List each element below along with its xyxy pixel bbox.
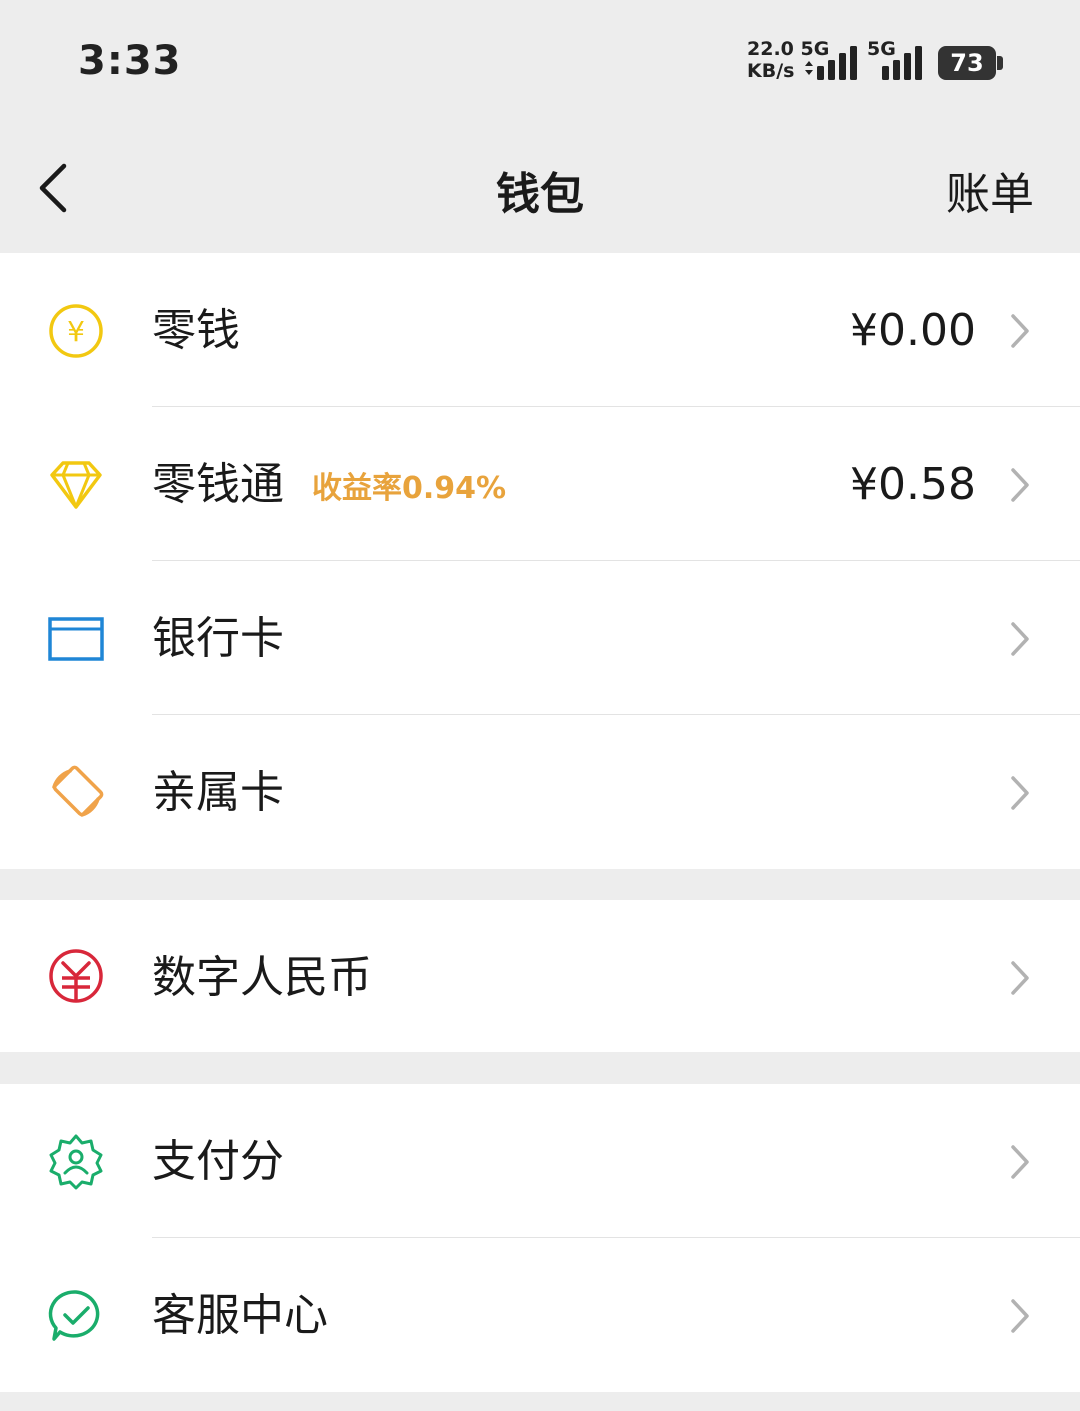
family-card-icon (52, 765, 104, 817)
chevron-right-icon (1011, 314, 1029, 348)
row-label: 客服中心 (152, 1290, 328, 1341)
wallet-group-main: ¥ 零钱 ¥0.00 零钱通 收益率0.94% ¥0.58 银行卡 亲属卡 (0, 253, 1080, 869)
page-title: 钱包 (496, 169, 584, 220)
chevron-right-icon (1011, 1299, 1029, 1333)
nav-bar: 钱包 账单 (0, 120, 1080, 253)
yield-rate-tag: 收益率0.94% (312, 471, 507, 506)
list-item-digital-rmb[interactable]: 数字人民币 (0, 900, 1080, 1052)
wallet-group-services: 支付分 客服中心 (0, 1084, 1080, 1392)
bank-card-icon (48, 617, 104, 661)
status-bar: 3:33 22.0 5G KB/s 5G 73 (0, 0, 1080, 120)
pay-score-icon (49, 1134, 103, 1190)
diamond-icon (50, 461, 102, 509)
chevron-right-icon (1011, 776, 1029, 810)
chevron-right-icon (1011, 468, 1029, 502)
list-item-family-card[interactable]: 亲属卡 (0, 715, 1080, 869)
row-label: 支付分 (152, 1136, 284, 1187)
bill-button[interactable]: 账单 (946, 158, 1034, 222)
row-value: ¥0.58 (850, 459, 976, 510)
svg-text:¥: ¥ (67, 315, 85, 348)
chevron-right-icon (1011, 1145, 1029, 1179)
wallet-group-digital: 数字人民币 (0, 900, 1080, 1052)
list-item-bank-card[interactable]: 银行卡 (0, 561, 1080, 715)
chevron-right-icon (1011, 622, 1029, 656)
network-speed-unit: KB/s (747, 60, 795, 82)
chevron-right-icon (1011, 961, 1029, 995)
signal-2-icon (882, 46, 922, 80)
list-item-customer-service[interactable]: 客服中心 (0, 1238, 1080, 1392)
row-label: 零钱 (152, 305, 240, 356)
row-label: 数字人民币 (152, 952, 372, 1003)
row-value: ¥0.00 (850, 305, 976, 356)
row-label: 亲属卡 (152, 767, 284, 818)
customer-service-icon (48, 1290, 100, 1341)
digital-rmb-icon (49, 949, 103, 1003)
battery-tip (997, 56, 1003, 70)
list-item-pay-score[interactable]: 支付分 (0, 1084, 1080, 1238)
network-speed-value: 22.0 (747, 38, 794, 60)
list-item-change[interactable]: ¥ 零钱 ¥0.00 (0, 253, 1080, 407)
signal-1-icon (805, 46, 857, 80)
row-label: 银行卡 (152, 613, 284, 664)
battery-icon: 73 (938, 46, 996, 80)
list-item-lingqiantong[interactable]: 零钱通 收益率0.94% ¥0.58 (0, 407, 1080, 561)
status-time: 3:33 (78, 38, 182, 84)
yuan-coin-icon: ¥ (49, 304, 103, 358)
row-label: 零钱通 (152, 459, 284, 510)
